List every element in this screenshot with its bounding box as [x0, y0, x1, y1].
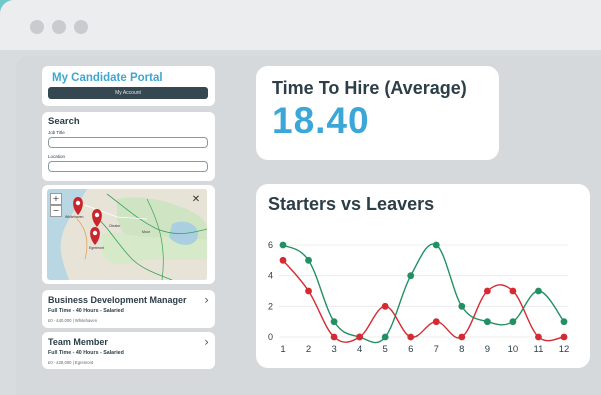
x-tick-label: 1: [280, 344, 285, 355]
series-point-1: [407, 333, 415, 341]
location-input[interactable]: [48, 161, 208, 172]
map-zoom-out-button[interactable]: −: [50, 205, 62, 217]
series-point-0: [381, 333, 389, 341]
x-tick-label: 3: [331, 344, 336, 355]
series-point-0: [560, 318, 568, 326]
window-minimize-dot[interactable]: [52, 20, 66, 34]
job-title-label: Job Title: [48, 130, 65, 135]
job-type: Full Time - 40 Hours - Salaried: [48, 308, 124, 314]
app-window: My Candidate Portal My Account Search Jo…: [0, 0, 601, 395]
map-place-cleator: Cleator: [109, 224, 121, 228]
map-place-egremont: Egremont: [89, 246, 104, 250]
y-tick-label: 0: [268, 332, 273, 342]
job-title: Team Member: [48, 337, 108, 347]
series-point-0: [330, 318, 338, 326]
series-point-0: [305, 256, 312, 264]
window-titlebar: [0, 0, 601, 50]
x-tick-label: 5: [383, 344, 388, 355]
time-to-hire-card: Time To Hire (Average) 18.40: [256, 66, 499, 160]
time-to-hire-value: 18.40: [272, 100, 370, 141]
series-point-0: [535, 287, 542, 295]
series-point-1: [535, 333, 542, 341]
job-card[interactable]: Business Development Manager Full Time -…: [42, 290, 215, 328]
job-type: Full Time - 40 Hours - Salaried: [48, 350, 124, 356]
x-tick-label: 2: [306, 344, 311, 355]
chevron-right-icon[interactable]: ›: [204, 293, 209, 307]
series-point-0: [483, 318, 491, 326]
job-title-input[interactable]: [48, 137, 208, 148]
y-tick-label: 6: [268, 240, 273, 250]
series-point-1: [381, 302, 389, 310]
series-point-1: [279, 256, 287, 264]
series-point-0: [279, 241, 287, 249]
series-point-1: [458, 333, 466, 341]
map-zoom-in-button[interactable]: +: [50, 193, 62, 205]
series-point-1: [560, 333, 568, 341]
series-point-1: [509, 287, 517, 295]
window-close-dot[interactable]: [30, 20, 44, 34]
series-point-1: [432, 318, 440, 326]
series-point-1: [305, 287, 312, 295]
series-point-1: [330, 333, 338, 341]
location-label: Location: [48, 154, 66, 159]
map-close-icon[interactable]: ✕: [191, 195, 201, 205]
x-tick-label: 9: [485, 344, 490, 355]
job-location-map[interactable]: Whitehaven Egremont Cleator Moor + − ✕: [47, 189, 207, 280]
x-tick-label: 4: [357, 344, 362, 355]
job-card[interactable]: Team Member Full Time - 40 Hours - Salar…: [42, 332, 215, 369]
job-title: Business Development Manager: [48, 295, 187, 305]
series-point-0: [407, 272, 415, 280]
my-account-button[interactable]: My Account: [48, 87, 208, 99]
map-tiles: Whitehaven Egremont Cleator Moor: [60, 189, 207, 280]
search-title: Search: [48, 116, 80, 127]
portal-header-card: My Candidate Portal My Account: [42, 66, 215, 106]
series-line-0: [282, 243, 565, 344]
x-tick-label: 6: [408, 344, 413, 355]
series-point-0: [458, 302, 466, 310]
dashboard-content: My Candidate Portal My Account Search Jo…: [16, 56, 601, 395]
map-card: Whitehaven Egremont Cleator Moor + − ✕: [42, 185, 215, 284]
map-place-whitehaven: Whitehaven: [65, 215, 84, 219]
series-point-1: [356, 333, 364, 341]
window-maximize-dot[interactable]: [74, 20, 88, 34]
job-meta: £0 - £40,000 | Whitehaven: [48, 318, 98, 323]
x-tick-label: 10: [508, 344, 519, 355]
series-point-0: [432, 241, 440, 249]
search-card: Search Job Title Location: [42, 112, 215, 181]
portal-title: My Candidate Portal: [52, 72, 163, 84]
y-tick-label: 4: [268, 271, 273, 281]
x-tick-label: 7: [434, 344, 439, 355]
x-tick-label: 12: [559, 344, 570, 355]
series-point-1: [483, 287, 491, 295]
time-to-hire-label: Time To Hire (Average): [272, 78, 467, 98]
starters-leavers-card: Starters vs Leavers 0 2 4 6 1 2 3 4 5 6 7 8 9 10 11 12: [256, 184, 590, 368]
job-meta: £0 - £28,000 | Egremont: [48, 360, 94, 365]
x-tick-label: 8: [459, 344, 464, 355]
y-tick-label: 2: [268, 301, 273, 311]
starters-leavers-chart: 02461 2 3 4 5 6 7 8 9 10 11 12: [268, 240, 570, 355]
chevron-right-icon[interactable]: ›: [204, 335, 209, 349]
map-place-moor: Moor: [142, 230, 151, 234]
x-tick-label: 11: [534, 344, 544, 355]
series-point-0: [509, 318, 517, 326]
